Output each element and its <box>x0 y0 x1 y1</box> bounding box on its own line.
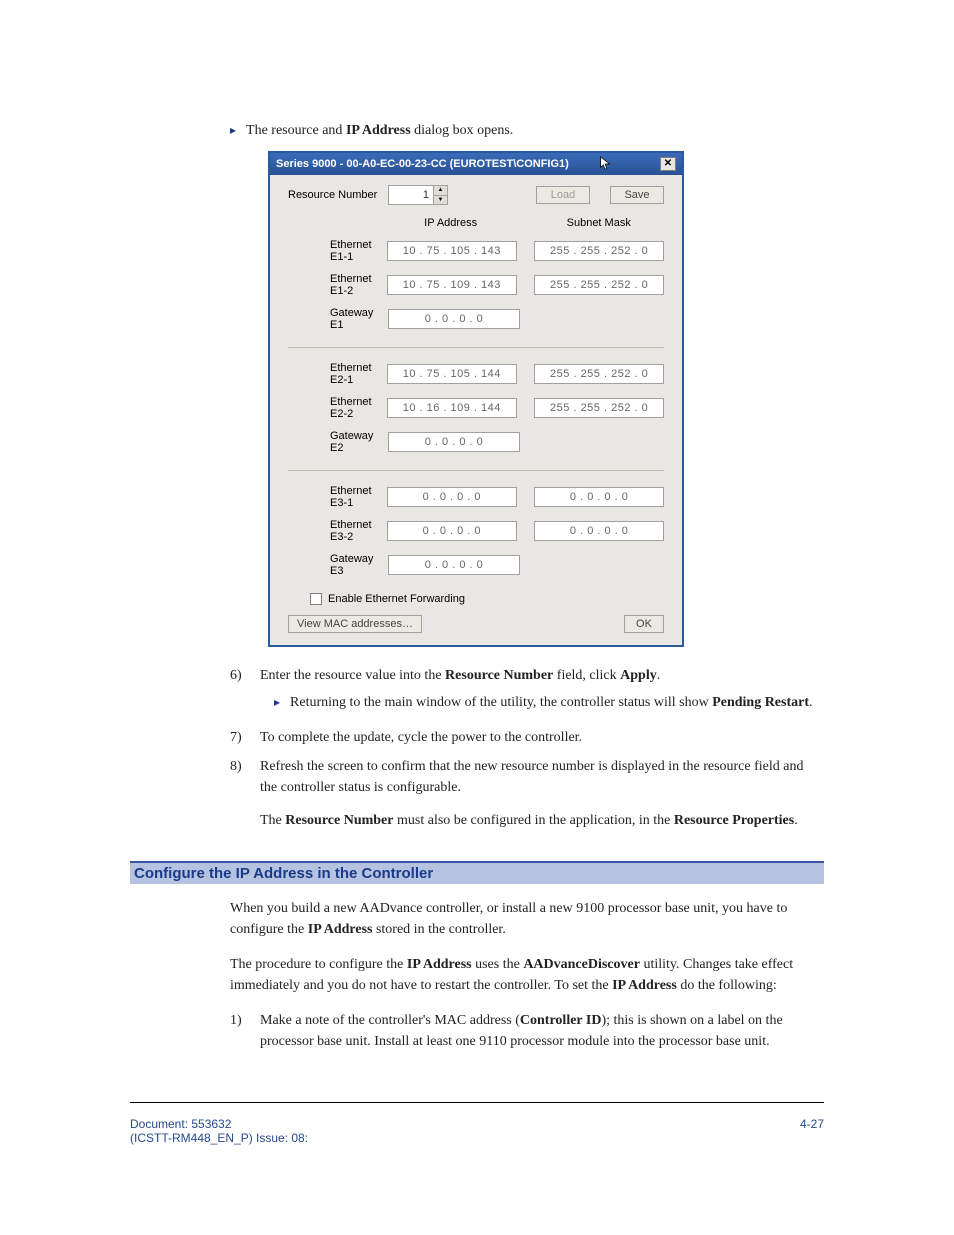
ip-row: Ethernet E1-110 . 75 . 105 . 143 255 . 25… <box>288 239 664 263</box>
section-step-1: 1) Make a note of the controller's MAC a… <box>230 1010 824 1052</box>
ip-input[interactable]: 0 . 0 . 0 . 0 <box>387 487 517 507</box>
ip-input[interactable]: 0 . 0 . 0 . 0 <box>388 309 520 329</box>
ip-row-label: Gateway E2 <box>288 430 388 454</box>
resource-number-spinner[interactable]: 1 ▲▼ <box>388 185 448 205</box>
ip-input[interactable]: 10 . 75 . 109 . 143 <box>387 275 517 295</box>
dialog-title: Series 9000 - 00-A0-EC-00-23-CC (EUROTES… <box>276 158 569 170</box>
page-footer: Document: 553632 (ICSTT-RM448_EN_P) Issu… <box>130 1102 824 1145</box>
ip-row: Gateway E20 . 0 . 0 . 0 <box>288 430 664 454</box>
spinner-down-icon[interactable]: ▼ <box>434 196 447 205</box>
ip-row-label: Ethernet E1-2 <box>288 273 387 297</box>
ok-button[interactable]: OK <box>624 615 664 633</box>
ip-row: Gateway E10 . 0 . 0 . 0 <box>288 307 664 331</box>
step-6: 6) Enter the resource value into the Res… <box>230 665 824 719</box>
mask-input[interactable]: 0 . 0 . 0 . 0 <box>534 521 664 541</box>
ip-address-dialog: Series 9000 - 00-A0-EC-00-23-CC (EUROTES… <box>268 151 684 647</box>
mask-input[interactable]: 255 . 255 . 252 . 0 <box>534 275 664 295</box>
ip-row: Ethernet E1-210 . 75 . 109 . 143 255 . 25… <box>288 273 664 297</box>
ip-row-label: Ethernet E3-1 <box>288 485 387 509</box>
ip-row-label: Ethernet E2-2 <box>288 396 387 420</box>
step-8: 8) Refresh the screen to confirm that th… <box>230 756 824 831</box>
ip-input[interactable]: 10 . 16 . 109 . 144 <box>387 398 517 418</box>
footer-issue: (ICSTT-RM448_EN_P) Issue: 08: <box>130 1131 308 1145</box>
mask-input[interactable]: 0 . 0 . 0 . 0 <box>534 487 664 507</box>
mask-input[interactable]: 255 . 255 . 252 . 0 <box>534 398 664 418</box>
ip-row: Ethernet E3-20 . 0 . 0 . 00 . 0 . 0 . 0 <box>288 519 664 543</box>
ip-input[interactable]: 0 . 0 . 0 . 0 <box>388 432 520 452</box>
ip-row-label: Ethernet E3-2 <box>288 519 387 543</box>
cursor-icon <box>599 156 613 172</box>
ip-input[interactable]: 10 . 75 . 105 . 144 <box>387 364 517 384</box>
mask-input[interactable]: 255 . 255 . 252 . 0 <box>534 241 664 261</box>
page-number: 4-27 <box>800 1117 824 1145</box>
load-button[interactable]: Load <box>536 186 590 204</box>
ip-row: Gateway E30 . 0 . 0 . 0 <box>288 553 664 577</box>
enable-forwarding-label: Enable Ethernet Forwarding <box>328 593 465 605</box>
triangle-icon: ▸ <box>230 120 236 140</box>
ip-input[interactable]: 10 . 75 . 105 . 143 <box>387 241 517 261</box>
enable-forwarding-checkbox[interactable] <box>310 593 322 605</box>
ip-row-label: Gateway E1 <box>288 307 388 331</box>
ip-address-header: IP Address <box>385 217 516 229</box>
footer-doc: Document: 553632 <box>130 1117 308 1131</box>
dialog-titlebar: Series 9000 - 00-A0-EC-00-23-CC (EUROTES… <box>270 153 682 175</box>
section-p2: The procedure to configure the IP Addres… <box>230 954 824 996</box>
ip-row-label: Ethernet E1-1 <box>288 239 387 263</box>
spinner-up-icon[interactable]: ▲ <box>434 186 447 196</box>
ip-row-label: Gateway E3 <box>288 553 388 577</box>
section-p1: When you build a new AADvance controller… <box>230 898 824 940</box>
intro-bullet: ▸ The resource and IP Address dialog box… <box>230 120 824 141</box>
section-heading: Configure the IP Address in the Controll… <box>130 861 824 884</box>
subnet-mask-header: Subnet Mask <box>533 217 664 229</box>
ip-row-label: Ethernet E2-1 <box>288 362 387 386</box>
step-7: 7) To complete the update, cycle the pow… <box>230 727 824 748</box>
ip-input[interactable]: 0 . 0 . 0 . 0 <box>387 521 517 541</box>
ip-row: Ethernet E2-210 . 16 . 109 . 144 255 . 25… <box>288 396 664 420</box>
mask-input[interactable]: 255 . 255 . 252 . 0 <box>534 364 664 384</box>
close-button[interactable]: ✕ <box>660 157 676 171</box>
ip-row: Ethernet E3-10 . 0 . 0 . 00 . 0 . 0 . 0 <box>288 485 664 509</box>
triangle-icon: ▸ <box>274 692 280 713</box>
ip-input[interactable]: 0 . 0 . 0 . 0 <box>388 555 520 575</box>
resource-number-label: Resource Number <box>288 189 388 201</box>
view-mac-button[interactable]: View MAC addresses… <box>288 615 422 633</box>
save-button[interactable]: Save <box>610 186 664 204</box>
ip-row: Ethernet E2-110 . 75 . 105 . 144 255 . 25… <box>288 362 664 386</box>
